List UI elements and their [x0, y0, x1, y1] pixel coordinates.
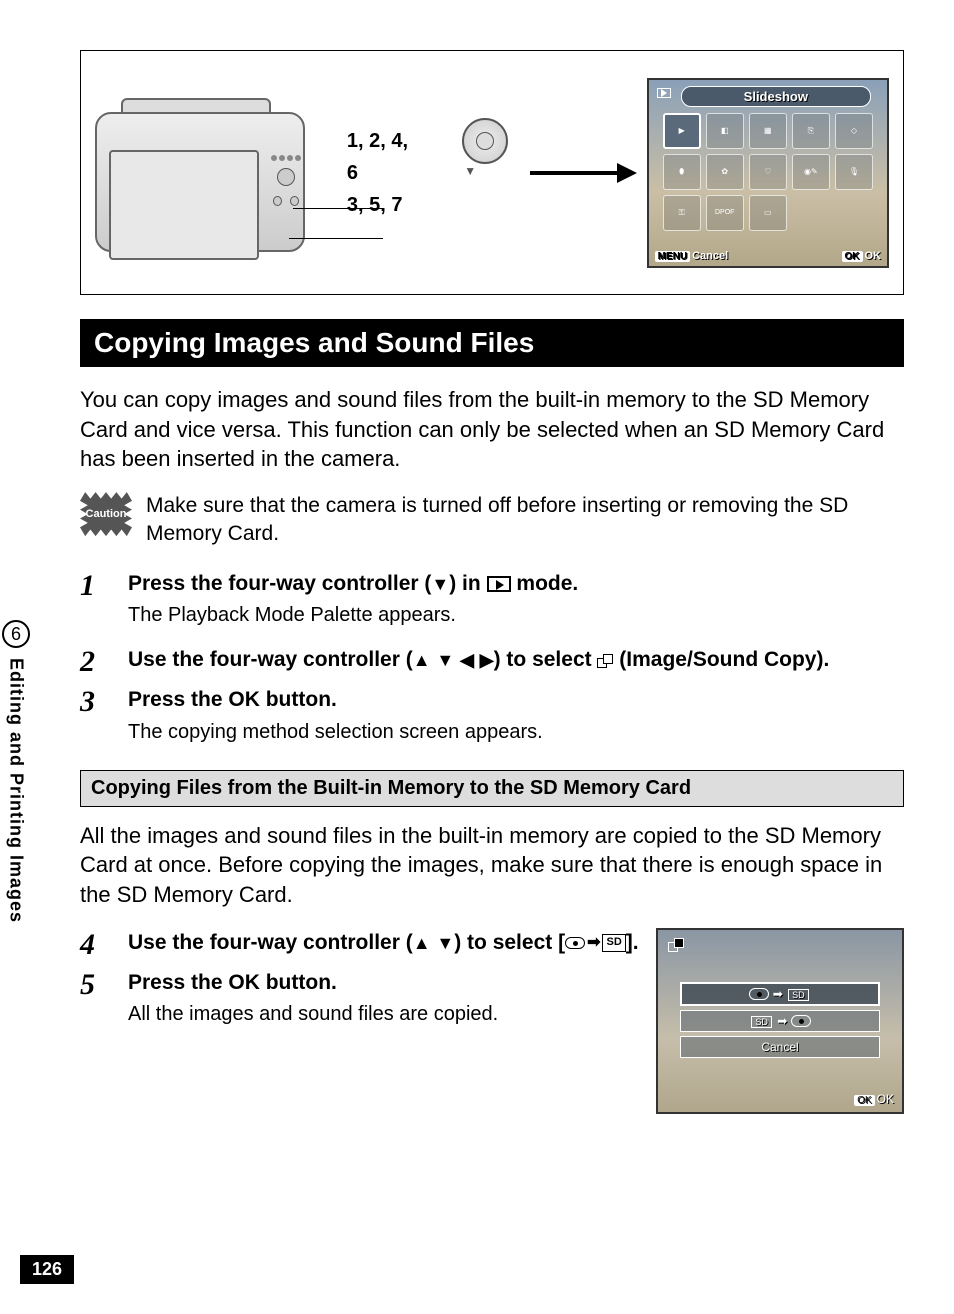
- label-top: 1, 2, 4, 6: [347, 125, 422, 189]
- subsection-paragraph: All the images and sound files in the bu…: [80, 821, 904, 910]
- step-description: The Playback Mode Palette appears.: [128, 602, 904, 629]
- palette-item: ◧: [706, 113, 744, 149]
- palette-item: DPOF: [706, 195, 744, 231]
- palette-item: 🎙: [835, 154, 873, 190]
- left-triangle-icon: ◀: [460, 650, 474, 670]
- down-triangle-icon: ▼: [436, 650, 454, 670]
- section-title: Copying Images and Sound Files: [80, 319, 904, 367]
- playback-mode-icon: [657, 88, 671, 98]
- figure-step-numbers: 1, 2, 4, 6 3, 5, 7: [347, 125, 422, 221]
- copy-option-to-internal: SD ➡: [680, 1010, 880, 1032]
- copy-screen-icon: [668, 938, 684, 953]
- playback-mode-icon: [487, 576, 511, 592]
- palette-item: ⬮: [663, 154, 701, 190]
- step-2: 2 Use the four-way controller (▲ ▼ ◀ ▶) …: [80, 645, 904, 679]
- palette-item: ◇: [835, 113, 873, 149]
- internal-memory-icon: [565, 937, 585, 949]
- ok-button-label: OK: [228, 971, 260, 994]
- step-4: 4 Use the four-way controller (▲ ▼) to s…: [80, 928, 640, 962]
- palette-item: ▦: [749, 113, 787, 149]
- up-triangle-icon: ▲: [413, 650, 431, 670]
- caution-block: Caution Make sure that the camera is tur…: [80, 492, 904, 549]
- menu-cancel-label: MENUCancel: [655, 250, 729, 262]
- step-1: 1 Press the four-way controller (▼) in m…: [80, 569, 904, 639]
- step-5: 5 Press the OK button. All the images an…: [80, 968, 640, 1038]
- step-number: 4: [80, 928, 110, 962]
- step-heading: Press the four-way controller (▼) in mod…: [128, 569, 904, 598]
- figure-panel: 1, 2, 4, 6 3, 5, 7 ▼ Slideshow ▶ ◧ ▦ ⎘ ◇…: [80, 50, 904, 295]
- step-heading: Press the OK button.: [128, 685, 904, 714]
- sd-card-icon: SD: [602, 934, 625, 951]
- up-triangle-icon: ▲: [413, 933, 431, 953]
- palette-item: ▶: [663, 113, 701, 149]
- palette-item: ⎘: [792, 113, 830, 149]
- lcd-title: Slideshow: [681, 86, 871, 107]
- ok-button-label: OK: [228, 688, 260, 711]
- controller-dial-icon: [462, 118, 508, 164]
- palette-grid: ▶ ◧ ▦ ⎘ ◇ ⬮ ✿ ♡ ◉✎ 🎙 ⚿ DPOF ▭: [663, 113, 873, 231]
- label-bottom: 3, 5, 7: [347, 189, 422, 221]
- palette-item: ⚿: [663, 195, 701, 231]
- step-description: The copying method selection screen appe…: [128, 719, 904, 746]
- step-number: 1: [80, 569, 110, 639]
- palette-item: ◉✎: [792, 154, 830, 190]
- step-heading: Press the OK button.: [128, 968, 640, 997]
- ok-ok-label: OKOK: [854, 1092, 894, 1106]
- palette-item: ✿: [706, 154, 744, 190]
- right-triangle-icon: ▶: [480, 650, 494, 670]
- subsection-title: Copying Files from the Built-in Memory t…: [80, 770, 904, 807]
- image-sound-copy-icon: [597, 654, 613, 668]
- caution-text: Make sure that the camera is turned off …: [146, 492, 904, 549]
- ok-ok-label: OKOK: [842, 250, 882, 262]
- palette-item: ♡: [749, 154, 787, 190]
- arrow-right-icon: ➡: [587, 932, 600, 954]
- caution-icon: Caution: [80, 492, 132, 536]
- down-triangle-icon: ▼: [431, 574, 449, 594]
- step-number: 3: [80, 685, 110, 755]
- step-description: All the images and sound files are copie…: [128, 1001, 640, 1028]
- lcd-palette-screen: Slideshow ▶ ◧ ▦ ⎘ ◇ ⬮ ✿ ♡ ◉✎ 🎙 ⚿ DPOF ▭ …: [647, 78, 889, 268]
- intro-paragraph: You can copy images and sound files from…: [80, 385, 904, 474]
- arrow-right-icon: [530, 166, 636, 180]
- copy-option-to-sd: ➡ SD: [680, 982, 880, 1006]
- step-heading: Use the four-way controller (▲ ▼) to sel…: [128, 928, 640, 957]
- step-heading: Use the four-way controller (▲ ▼ ◀ ▶) to…: [128, 645, 904, 674]
- page-number: 126: [20, 1255, 74, 1284]
- step-3: 3 Press the OK button. The copying metho…: [80, 685, 904, 755]
- step-number: 5: [80, 968, 110, 1038]
- lcd-copy-screen: ➡ SD SD ➡ Cancel OKOK: [656, 928, 904, 1114]
- camera-illustration: [95, 88, 337, 258]
- copy-option-cancel: Cancel: [680, 1036, 880, 1058]
- step-number: 2: [80, 645, 110, 679]
- down-triangle-icon: ▼: [436, 933, 454, 953]
- palette-item: ▭: [749, 195, 787, 231]
